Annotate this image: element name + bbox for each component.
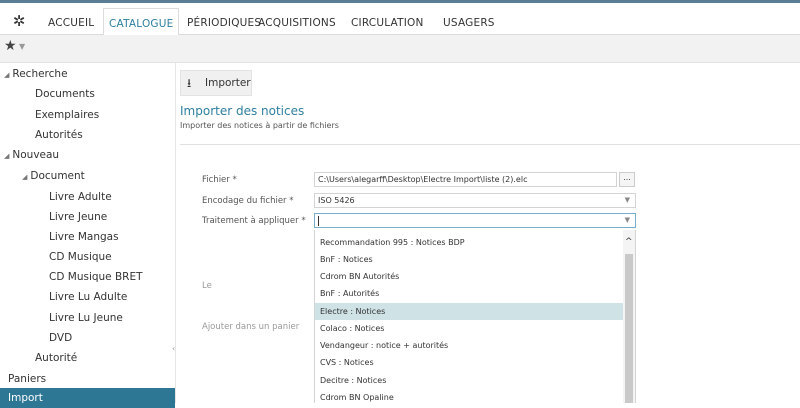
fichier-field[interactable]: C:\Users\alegarff\Desktop\Electre Import… xyxy=(314,172,617,187)
collapse-triangle-icon[interactable]: ◢ xyxy=(4,152,9,160)
sidebar-item-document[interactable]: ◢ Document xyxy=(22,170,85,182)
encodage-label: Encodage du fichier * xyxy=(202,196,294,206)
chevron-down-icon[interactable]: ▼ xyxy=(19,42,25,51)
sidebar-item-dvd[interactable]: DVD xyxy=(49,332,72,344)
sidebar-item-autorite[interactable]: Autorité xyxy=(35,352,77,364)
sidebar-item-paniers[interactable]: Paniers xyxy=(8,373,46,385)
top-navigation-bar: ✲ ACCUEIL CATALOGUE PÉRIODIQUES ACQUISIT… xyxy=(0,0,800,38)
download-icon: ⭳ xyxy=(187,76,192,90)
divider xyxy=(180,144,800,145)
dropdown-option[interactable]: BnF : Autorités xyxy=(315,285,623,302)
page-subtitle: Importer des notices à partir de fichier… xyxy=(180,121,339,130)
tab-accueil[interactable]: ACCUEIL xyxy=(48,8,94,38)
traitement-select[interactable]: ▼ xyxy=(314,213,636,228)
dropdown-option[interactable]: BnF : Notices xyxy=(315,251,623,268)
star-icon[interactable]: ★ xyxy=(4,38,17,54)
dropdown-option[interactable]: Vendangeur : notice + autorités xyxy=(315,337,623,354)
import-button-label: Importer xyxy=(205,77,251,89)
chevron-left-icon[interactable]: ‹ xyxy=(172,344,175,353)
dropdown-option-highlighted[interactable]: Electre : Notices xyxy=(315,303,623,320)
encodage-select[interactable]: ISO 5426 ▼ xyxy=(314,193,636,208)
dropdown-scrollbar[interactable]: ^ xyxy=(623,230,635,403)
page-title: Importer des notices xyxy=(180,104,305,118)
browse-button[interactable]: ... xyxy=(619,172,635,187)
text-cursor xyxy=(318,215,319,226)
dropdown-option[interactable]: Colaco : Notices xyxy=(315,320,623,337)
sidebar-item-cd-musique-bret[interactable]: CD Musique BRET xyxy=(49,271,143,283)
scrollbar-thumb[interactable] xyxy=(625,254,633,403)
favorites-toolbar: ★ ▼ xyxy=(0,35,800,63)
sidebar-item-autorites[interactable]: Autorités xyxy=(35,129,83,141)
dropdown-option[interactable]: Decitre : Notices xyxy=(315,372,623,389)
sidebar-item-cd-musique[interactable]: CD Musique xyxy=(49,251,112,263)
sidebar-item-import[interactable]: Import xyxy=(0,388,175,408)
dropdown-option[interactable]: Cdrom BN Autorités xyxy=(315,268,623,285)
sidebar-item-livre-jeune[interactable]: Livre Jeune xyxy=(49,211,107,223)
import-button[interactable]: ⭳ Importer xyxy=(180,70,252,96)
sidebar-item-livre-mangas[interactable]: Livre Mangas xyxy=(49,231,119,243)
sidebar-item-nouveau[interactable]: ◢ Nouveau xyxy=(4,149,59,161)
sidebar-item-recherche[interactable]: ◢ Recherche xyxy=(4,68,68,80)
tab-circulation[interactable]: CIRCULATION xyxy=(351,8,424,38)
tab-usagers[interactable]: USAGERS xyxy=(443,8,495,38)
chevron-up-icon[interactable]: ^ xyxy=(625,237,633,247)
tab-periodiques[interactable]: PÉRIODIQUES xyxy=(187,8,261,38)
dropdown-option[interactable]: Recommandation 995 : Notices BDP xyxy=(315,234,623,251)
chevron-down-icon: ▼ xyxy=(624,216,630,224)
fichier-label: Fichier * xyxy=(202,175,237,185)
gear-icon[interactable]: ✲ xyxy=(6,8,32,34)
collapse-triangle-icon[interactable]: ◢ xyxy=(22,173,27,181)
traitement-dropdown-list: Recommandation 995 : Notices BDP BnF : N… xyxy=(314,230,636,403)
panier-label: Ajouter dans un panier xyxy=(202,322,300,332)
tab-acquisitions[interactable]: ACQUISITIONS xyxy=(258,8,336,38)
chevron-down-icon: ▼ xyxy=(624,196,630,204)
collapse-triangle-icon[interactable]: ◢ xyxy=(4,71,9,79)
encodage-value: ISO 5426 xyxy=(318,196,355,205)
traitement-label: Traitement à appliquer * xyxy=(202,216,306,226)
sidebar-item-livre-lu-jeune[interactable]: Livre Lu Jeune xyxy=(49,312,123,324)
dropdown-option[interactable]: Cdrom BN Opaline xyxy=(315,389,623,406)
fichier-value: C:\Users\alegarff\Desktop\Electre Import… xyxy=(318,175,528,184)
sidebar-item-livre-lu-adulte[interactable]: Livre Lu Adulte xyxy=(49,291,127,303)
sidebar-item-documents[interactable]: Documents xyxy=(35,88,95,100)
sidebar-item-livre-adulte[interactable]: Livre Adulte xyxy=(49,191,112,203)
sidebar-item-exemplaires[interactable]: Exemplaires xyxy=(35,109,99,121)
dropdown-option[interactable]: CVS : Notices xyxy=(315,354,623,371)
le-label: Le xyxy=(202,281,212,291)
tab-catalogue[interactable]: CATALOGUE xyxy=(103,8,180,37)
